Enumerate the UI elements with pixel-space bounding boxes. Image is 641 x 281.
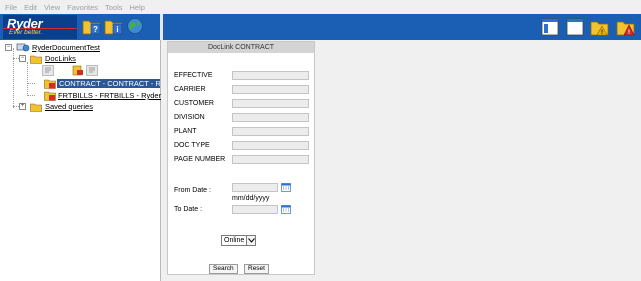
menu-view[interactable]: View: [44, 3, 60, 12]
folder-info-icon[interactable]: i: [104, 16, 124, 36]
lock-document-icon[interactable]: [72, 65, 84, 76]
search-form-panel: DocLink CONTRACT EFFECTIVE CARRIER CUSTO…: [167, 41, 315, 275]
from-date-label: From Date :: [174, 187, 211, 194]
to-date-label: To Date :: [174, 206, 203, 213]
ryder-logo: Ryder Ever better.: [3, 15, 77, 39]
navigation-tree: − RyderDocumentTest − DocLinks CONTRACT …: [0, 40, 161, 281]
svg-text:!: !: [628, 30, 630, 36]
window-icon[interactable]: [566, 18, 584, 36]
tree-toolbar-row: [42, 64, 98, 76]
carrier-field[interactable]: [232, 85, 309, 94]
carrier-label: CARRIER: [174, 86, 206, 93]
plant-field[interactable]: [232, 127, 309, 136]
svg-text:i: i: [116, 25, 118, 34]
folder-lock-icon: [44, 79, 56, 89]
mode-select[interactable]: Online: [221, 235, 257, 246]
date-format-hint: mm/dd/yyyy: [232, 195, 270, 202]
collapse-toggle[interactable]: −: [19, 55, 26, 62]
document-icon[interactable]: [42, 64, 54, 76]
calendar-icon[interactable]: [281, 183, 291, 192]
effective-field[interactable]: [232, 71, 309, 80]
folder-icon: [30, 55, 42, 64]
tree-item-frtbills-label: FRTBILLS - FRTBILLS - Ryder: [58, 91, 161, 100]
menu-tools[interactable]: Tools: [105, 3, 123, 12]
reset-button[interactable]: Reset: [244, 264, 269, 274]
menu-favorites[interactable]: Favorites: [67, 3, 98, 12]
mode-select-value: Online: [224, 237, 245, 244]
folder-help-icon[interactable]: ?: [82, 16, 102, 36]
effective-label: EFFECTIVE: [174, 72, 213, 79]
tree-item-root-label: RyderDocumentTest: [32, 43, 100, 52]
tree-line: [27, 83, 35, 84]
tree-item-root[interactable]: RyderDocumentTest: [16, 42, 100, 53]
from-date-field[interactable]: [232, 183, 278, 192]
window-panel-icon[interactable]: [541, 18, 559, 36]
doc-type-label: DOC TYPE: [174, 142, 210, 149]
tree-line: [27, 95, 35, 96]
menu-edit[interactable]: Edit: [24, 3, 37, 12]
menu-file[interactable]: File: [5, 3, 17, 12]
to-date-field[interactable]: [232, 205, 278, 214]
server-icon: [16, 43, 30, 52]
form-title: DocLink CONTRACT: [168, 42, 314, 53]
page-number-label: PAGE NUMBER: [174, 156, 226, 163]
alert-icon[interactable]: !: [616, 17, 636, 37]
tree-item-saved-queries-label: Saved queries: [45, 102, 93, 111]
division-field[interactable]: [232, 113, 309, 122]
tree-item-doclinks-label: DocLinks: [45, 54, 76, 63]
tree-item-frtbills[interactable]: FRTBILLS - FRTBILLS - Ryder: [44, 90, 161, 101]
tree-item-doclinks[interactable]: DocLinks: [30, 53, 76, 64]
folder-warning-icon[interactable]: !: [590, 17, 610, 37]
svg-text:!: !: [601, 30, 603, 36]
page-number-field[interactable]: [232, 155, 309, 164]
customer-label: CUSTOMER: [174, 100, 214, 107]
calendar-icon[interactable]: [281, 205, 291, 214]
menu-bar: File Edit View Favorites Tools Help: [0, 0, 641, 14]
chevron-down-icon[interactable]: [246, 236, 256, 245]
globe-icon[interactable]: [126, 17, 144, 35]
plant-label: PLANT: [174, 128, 197, 135]
tree-item-contract[interactable]: CONTRACT - CONTRACT - Ry: [44, 78, 160, 89]
document-icon[interactable]: [86, 64, 98, 76]
tree-line: [27, 62, 28, 96]
svg-text:?: ?: [93, 25, 98, 34]
tree-item-contract-label: CONTRACT - CONTRACT - Ry: [57, 79, 160, 88]
doc-type-field[interactable]: [232, 141, 309, 150]
expand-toggle[interactable]: +: [19, 103, 26, 110]
logo-tagline: Ever better.: [9, 29, 43, 36]
division-label: DIVISION: [174, 114, 205, 121]
toolbar: Ryder Ever better. ? i ! !: [0, 14, 641, 40]
folder-icon: [30, 103, 42, 112]
collapse-toggle[interactable]: −: [5, 44, 12, 51]
customer-field[interactable]: [232, 99, 309, 108]
toolbar-divider: [160, 14, 163, 40]
menu-help[interactable]: Help: [130, 3, 145, 12]
search-button[interactable]: Search: [209, 264, 238, 274]
folder-lock-icon: [44, 91, 56, 101]
tree-line: [13, 48, 14, 108]
tree-item-saved-queries[interactable]: Saved queries: [30, 101, 93, 112]
